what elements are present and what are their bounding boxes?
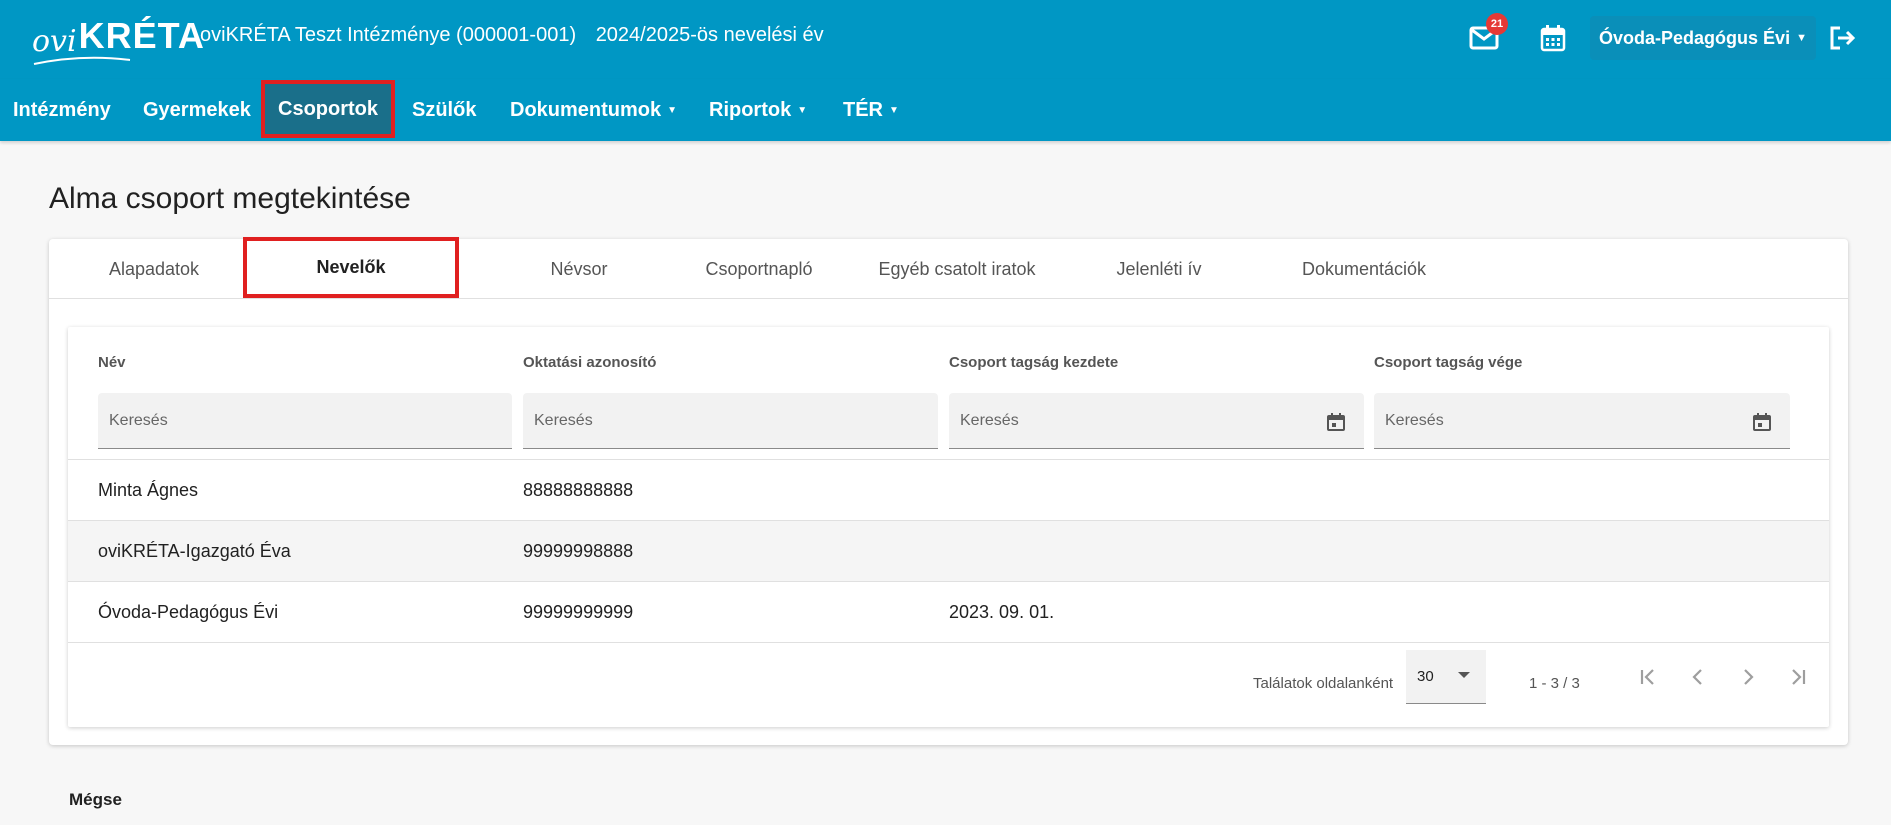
nav-item-label: Riportok	[709, 98, 792, 121]
tab-csoportnaplo[interactable]: Csoportnapló	[689, 239, 829, 299]
page-title: Alma csoport megtekintése	[49, 182, 411, 215]
tab-dokumentaciok[interactable]: Dokumentációk	[1294, 239, 1434, 299]
membership-start-search-input[interactable]	[960, 411, 1304, 430]
column-header-membership-end[interactable]: Csoport tagság vége	[1374, 354, 1522, 371]
tab-label: Csoportnapló	[705, 258, 813, 279]
nav-item-riportok[interactable]: Riportok ▼	[709, 79, 807, 141]
tab-nevelok[interactable]: Nevelők	[243, 237, 459, 298]
rows-per-page-value: 30	[1417, 668, 1434, 685]
tab-label: Nevelők	[316, 257, 386, 277]
logo-swoosh-icon	[33, 56, 131, 65]
membership-start-filter-field[interactable]	[949, 393, 1364, 449]
name-search-input[interactable]	[109, 411, 452, 430]
group-details-card: Alapadatok Nevelők Névsor Csoportnapló E…	[49, 237, 1848, 745]
last-page-icon	[1792, 669, 1806, 685]
pagination-range: 1 - 3 / 3	[1529, 675, 1580, 692]
membership-end-filter-field[interactable]	[1374, 393, 1790, 449]
chevron-right-icon	[1744, 669, 1754, 685]
logout-icon	[1830, 26, 1856, 50]
tab-label: Dokumentációk	[1301, 258, 1427, 279]
membership-end-search-input[interactable]	[1385, 411, 1730, 430]
nav-item-ter[interactable]: TÉR ▼	[843, 79, 899, 141]
rows-per-page-label: Találatok oldalanként	[1253, 675, 1394, 692]
name-filter-field[interactable]	[98, 393, 512, 449]
tab-label: Alapadatok	[108, 258, 200, 279]
nav-item-dokumentumok[interactable]: Dokumentumok ▼	[510, 79, 677, 141]
unread-messages-badge: 21	[1486, 13, 1508, 35]
logo-ovi-text: ovi	[32, 24, 77, 59]
chevron-down-icon: ▼	[667, 104, 678, 116]
last-page-button[interactable]	[1778, 657, 1818, 697]
nav-item-csoportok[interactable]: Csoportok	[261, 80, 395, 138]
next-page-button[interactable]	[1728, 657, 1768, 697]
cell-name: Óvoda-Pedagógus Évi	[98, 601, 279, 622]
nav-item-label: Gyermekek	[143, 98, 251, 121]
column-header-name[interactable]: Név	[98, 354, 126, 371]
nav-item-label: Csoportok	[278, 97, 378, 120]
column-header-membership-start[interactable]: Csoport tagság kezdete	[949, 354, 1118, 371]
tab-alapadatok[interactable]: Alapadatok	[104, 239, 204, 299]
cell-education-id: 88888888888	[523, 479, 634, 500]
institution-name: oviKRÉTA Teszt Intézménye (000001-001)	[200, 24, 577, 46]
tab-label: Névsor	[550, 258, 608, 279]
calendar-icon	[1540, 25, 1566, 52]
tab-egyeb-csatolt-iratok[interactable]: Egyéb csatolt iratok	[872, 239, 1042, 299]
tab-nevsor[interactable]: Névsor	[529, 239, 629, 299]
education-id-search-input[interactable]	[534, 411, 878, 430]
cancel-button[interactable]: Mégse	[69, 790, 122, 810]
first-page-button[interactable]	[1628, 657, 1668, 697]
nav-item-label: Dokumentumok	[510, 98, 662, 121]
table-row[interactable]: Minta Ágnes 88888888888	[68, 460, 1829, 521]
cell-education-id: 99999999999	[523, 601, 634, 622]
cell-name: oviKRÉTA-Igazgató Éva	[98, 540, 291, 561]
chevron-down-icon: ▼	[797, 104, 808, 116]
user-name: Óvoda-Pedagógus Évi	[1599, 27, 1791, 48]
calendar-icon[interactable]	[1326, 412, 1346, 432]
nav-item-label: Szülők	[412, 98, 477, 121]
first-page-icon	[1640, 669, 1654, 685]
tab-bar: Alapadatok Nevelők Névsor Csoportnapló E…	[49, 237, 1848, 299]
chevron-left-icon	[1692, 669, 1702, 685]
logo-kreta-text: KRÉTA	[78, 15, 205, 56]
tab-label: Jelenléti ív	[1116, 258, 1202, 279]
tab-label: Egyéb csatolt iratok	[878, 258, 1036, 279]
dropdown-arrow-icon	[1458, 672, 1470, 678]
calendar-button[interactable]	[1533, 18, 1573, 58]
chevron-down-icon: ▼	[889, 104, 899, 116]
teachers-table: Név Oktatási azonosító Csoport tagság ke…	[68, 327, 1829, 727]
user-menu-button[interactable]: Óvoda-Pedagógus Évi ▼	[1590, 16, 1816, 60]
nav-item-label: Intézmény	[13, 98, 111, 121]
cell-membership-start: 2023. 09. 01.	[949, 601, 1055, 622]
tab-jelenleti-iv[interactable]: Jelenléti ív	[1104, 239, 1214, 299]
chevron-down-icon: ▼	[1796, 32, 1807, 44]
top-bar: ovi KRÉTA oviKRÉTA Teszt Intézménye (000…	[0, 0, 1891, 79]
table-row[interactable]: Óvoda-Pedagógus Évi 99999999999 2023. 09…	[68, 582, 1829, 643]
nav-item-gyermekek[interactable]: Gyermekek	[143, 79, 251, 141]
nav-item-intezmeny[interactable]: Intézmény	[13, 79, 111, 141]
column-header-education-id[interactable]: Oktatási azonosító	[523, 354, 656, 371]
nav-item-label: TÉR	[843, 98, 883, 121]
table-row[interactable]: oviKRÉTA-Igazgató Éva 99999998888	[68, 521, 1829, 582]
education-id-filter-field[interactable]	[523, 393, 938, 449]
calendar-icon[interactable]	[1752, 412, 1772, 432]
school-year: 2024/2025-ös nevelési év	[595, 24, 824, 46]
rows-per-page-select[interactable]: 30	[1406, 650, 1486, 704]
cell-name: Minta Ágnes	[98, 479, 199, 500]
messages-button[interactable]: 21	[1464, 13, 1508, 58]
logout-button[interactable]	[1822, 18, 1862, 58]
institution-info: oviKRÉTA Teszt Intézménye (000001-001) 2…	[200, 24, 824, 47]
ovikreta-logo[interactable]: ovi KRÉTA	[32, 12, 204, 65]
main-navigation: Intézmény Gyermekek Csoportok Szülők Dok…	[0, 79, 1891, 141]
nav-item-szulok[interactable]: Szülők	[412, 79, 476, 141]
cell-education-id: 99999998888	[523, 540, 634, 561]
previous-page-button[interactable]	[1678, 657, 1718, 697]
